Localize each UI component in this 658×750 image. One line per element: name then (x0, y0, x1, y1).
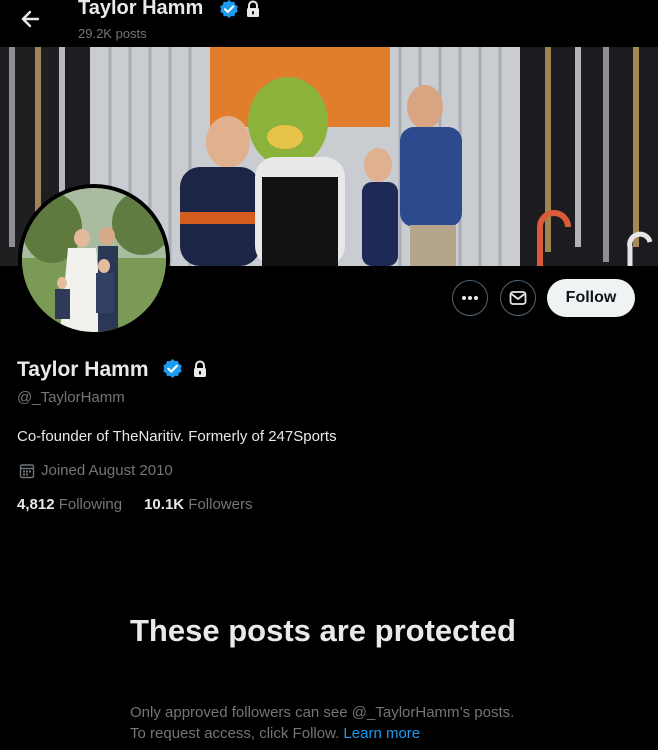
protected-body-text: Only approved followers can see @_Taylor… (130, 704, 515, 742)
joined-text: Joined August 2010 (41, 462, 173, 479)
following-count: 4,812 (17, 496, 55, 513)
lock-icon (192, 360, 208, 383)
profile-name: Taylor Hamm (17, 358, 149, 381)
top-bar: Taylor Hamm 29.2K posts (0, 0, 658, 46)
header-badges (219, 0, 261, 22)
message-button[interactable] (500, 280, 536, 316)
profile-handle: @_TaylorHamm (17, 389, 125, 406)
following-stat[interactable]: 4,812 Following (17, 496, 122, 513)
back-arrow-icon[interactable] (14, 6, 44, 32)
followers-stat[interactable]: 10.1K Followers (144, 496, 252, 513)
verified-badge-icon (219, 0, 239, 24)
header-name: Taylor Hamm (78, 0, 204, 19)
header-post-count: 29.2K posts (78, 26, 147, 41)
follow-stats: 4,812 Following 10.1K Followers (17, 496, 252, 513)
joined-date: Joined August 2010 (19, 462, 173, 479)
follow-button[interactable]: Follow (547, 279, 635, 317)
envelope-icon (509, 291, 527, 305)
profile-bio: Co-founder of TheNaritiv. Formerly of 24… (17, 428, 337, 445)
following-label: Following (58, 496, 123, 513)
followers-label: Followers (188, 496, 253, 513)
learn-more-link[interactable]: Learn more (343, 725, 420, 742)
avatar-photo (22, 188, 166, 332)
protected-body: Only approved followers can see @_Taylor… (130, 702, 530, 744)
verified-badge-icon[interactable] (162, 358, 183, 384)
profile-badges (162, 358, 208, 384)
more-options-button[interactable] (452, 280, 488, 316)
more-icon (462, 296, 478, 300)
protected-title: These posts are protected (130, 613, 516, 648)
calendar-icon (19, 463, 35, 478)
lock-icon (245, 0, 261, 23)
profile-avatar[interactable] (18, 184, 170, 336)
followers-count: 10.1K (144, 496, 185, 513)
